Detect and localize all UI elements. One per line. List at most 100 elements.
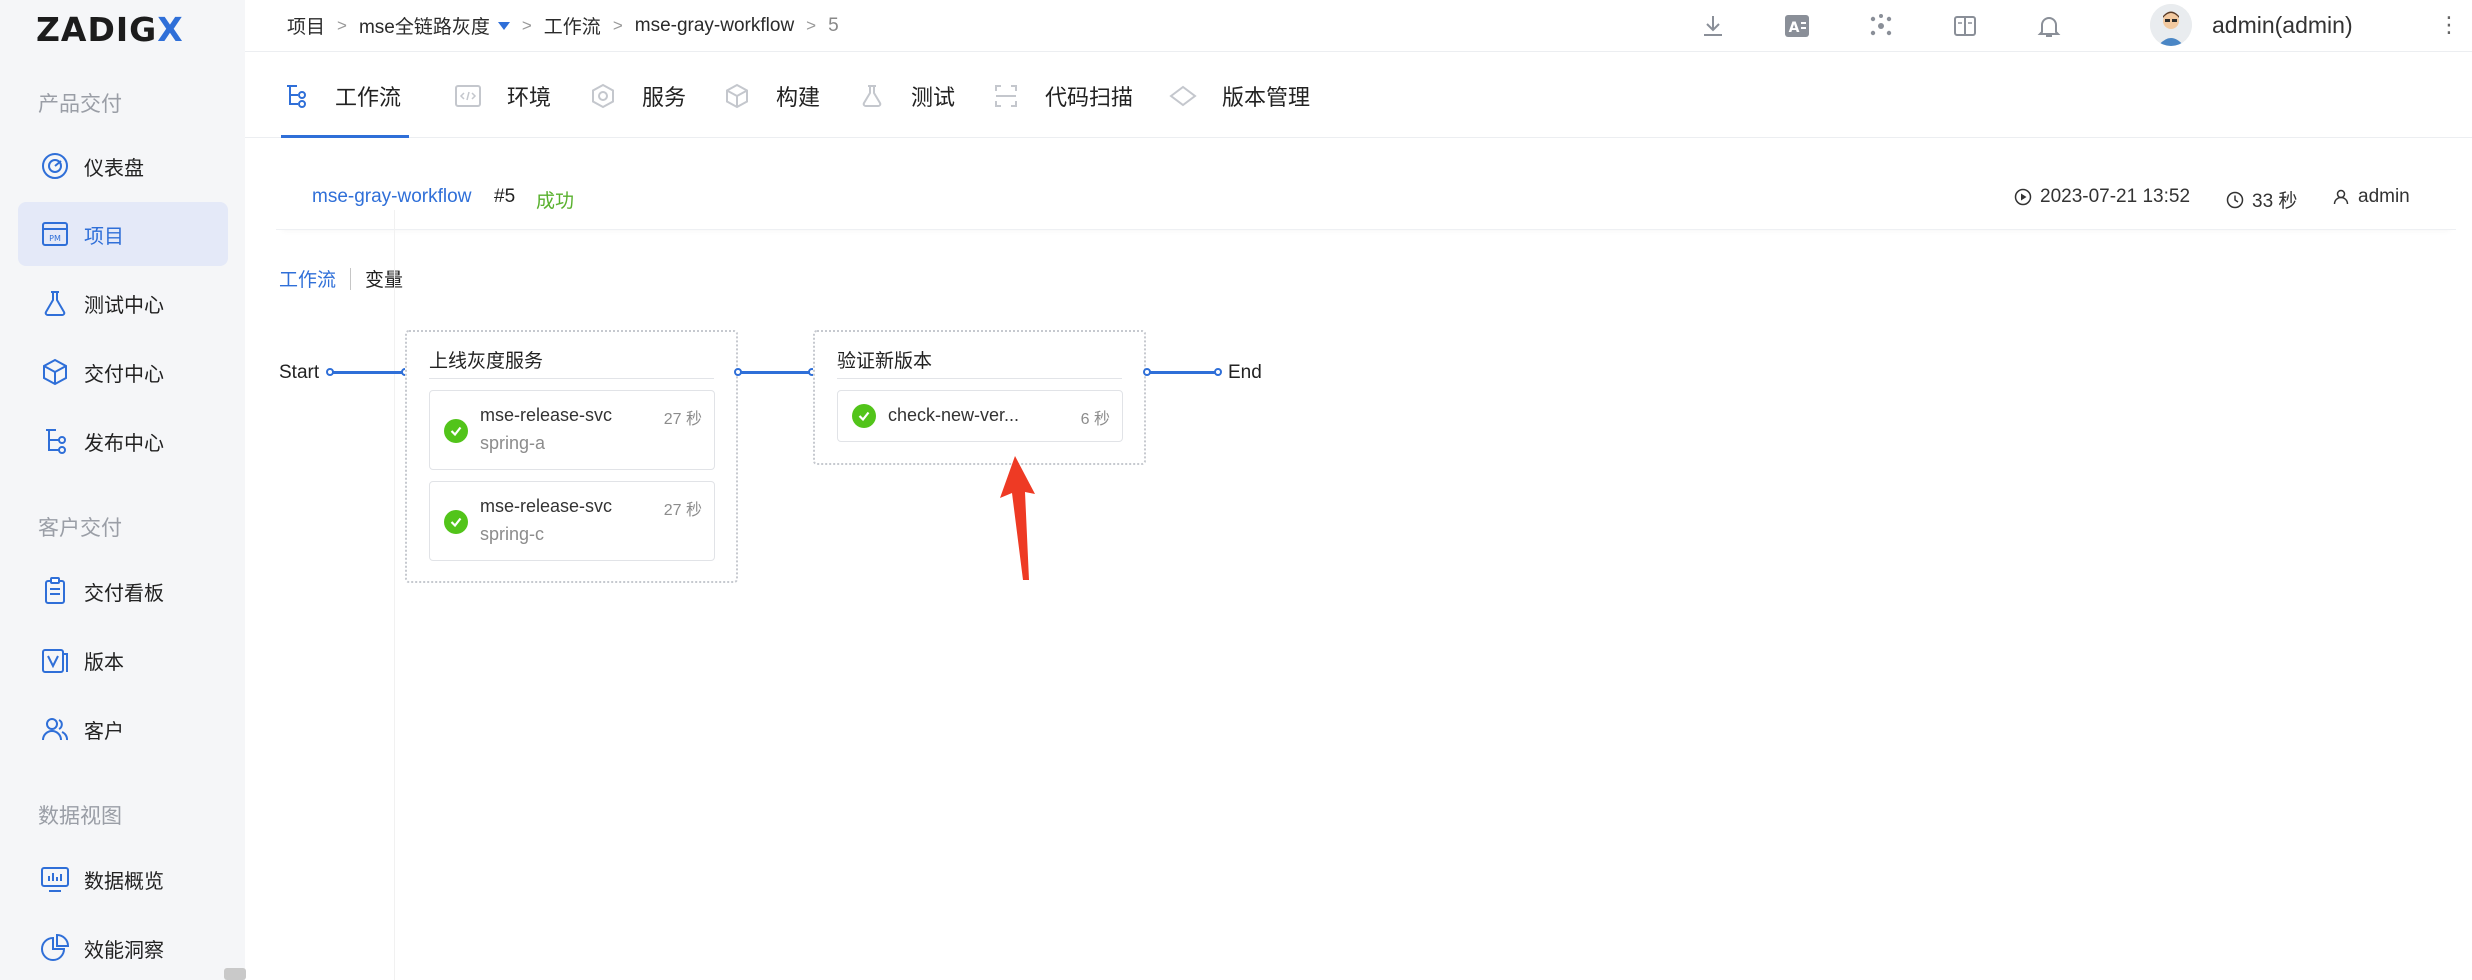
tab-build[interactable]: 构建 [722, 54, 820, 138]
more-vertical-icon[interactable]: ⋮ [2438, 12, 2460, 38]
breadcrumb-workflows[interactable]: 工作流 [544, 12, 601, 39]
job-duration: 27 秒 [663, 502, 702, 519]
job-card[interactable]: mse-release-svc spring-a 27 秒 [429, 390, 715, 470]
flask-icon [857, 81, 887, 111]
avatar[interactable] [2150, 4, 2192, 46]
sidebar-item-label: 交付中心 [84, 363, 164, 386]
tab-version-management[interactable]: 版本管理 [1168, 54, 1310, 138]
job-name: mse-release-svc [480, 405, 613, 425]
diamond-icon [1168, 81, 1198, 111]
tab-workflow[interactable]: 工作流 [281, 54, 409, 138]
sidebar-item-data-overview[interactable]: 数据概览 [18, 847, 228, 911]
docs-book-icon[interactable] [1947, 8, 1983, 44]
header-actions: A [1695, 8, 2115, 44]
breadcrumb-project[interactable]: mse全链路灰度 [359, 12, 490, 39]
sidebar-item-label: 交付看板 [84, 582, 164, 605]
success-check-icon [444, 419, 468, 443]
sidebar-item-label: 客户 [84, 720, 124, 743]
tab-test[interactable]: 测试 [857, 54, 955, 138]
breadcrumb-workflow[interactable]: mse-gray-workflow [635, 15, 794, 37]
version-icon [38, 643, 72, 677]
job-name: mse-release-svc [480, 496, 613, 516]
job-duration: 6 秒 [1080, 411, 1110, 428]
detail-subtabs: 工作流 变量 [279, 265, 403, 292]
connector-dot [734, 368, 742, 376]
start-time-text: 2023-07-21 13:52 [2040, 186, 2191, 207]
sidebar-item-label: 项目 [84, 225, 124, 248]
user-menu[interactable]: admin(admin) [2150, 4, 2353, 46]
sidebar-item-customers[interactable]: 客户 [18, 697, 228, 761]
sidebar-item-label: 数据概览 [84, 870, 164, 893]
svg-text:PM: PM [49, 234, 61, 243]
workflow-name-link[interactable]: mse-gray-workflow [312, 186, 471, 208]
dashboard-icon [38, 149, 72, 183]
sidebar-item-dashboard[interactable]: 仪表盘 [18, 134, 228, 198]
pipeline-end-label: End [1228, 362, 1262, 383]
subtab-variables[interactable]: 变量 [365, 265, 403, 292]
stage-title-divider [429, 378, 714, 379]
workflow-tree-icon [281, 81, 311, 111]
chevron-down-icon[interactable] [497, 21, 510, 30]
project-tabs: 工作流 环境 服务 构建 测试 代码扫描 版本管理 [245, 54, 2472, 138]
section-customer-delivery: 客户交付 [38, 517, 122, 540]
project-icon: PM [38, 217, 72, 251]
subtab-divider [350, 267, 352, 290]
sidebar: ZADIGX 产品交付 仪表盘 PM 项目 测试中心 交付中心 发布中心 客户交… [0, 0, 246, 980]
user-icon [2332, 188, 2350, 206]
connector-dot [326, 368, 334, 376]
svg-text:A: A [1789, 20, 1800, 36]
pipeline-start-label: Start [279, 362, 320, 383]
stage-verify-new-version: 验证新版本 check-new-ver... 6 秒 [813, 330, 1146, 465]
tab-code-scan[interactable]: 代码扫描 [991, 54, 1133, 138]
tab-label: 环境 [507, 85, 552, 110]
job-card[interactable]: mse-release-svc spring-c 27 秒 [429, 481, 715, 561]
clock-icon [2226, 191, 2244, 209]
sidebar-item-efficiency-insight[interactable]: 效能洞察 [18, 916, 228, 980]
user-name[interactable]: admin(admin) [2212, 12, 2353, 39]
breadcrumb-separator: > [521, 15, 532, 35]
run-header: mse-gray-workflow #5 成功 2023-07-21 13:52… [276, 168, 2456, 230]
success-check-icon [444, 510, 468, 534]
box-build-icon [722, 81, 752, 111]
play-circle-icon [2014, 188, 2032, 206]
breadcrumb-separator: > [612, 15, 623, 35]
sidebar-scrollbar[interactable] [224, 968, 246, 980]
zadig-logo[interactable]: ZADIGX [36, 10, 184, 49]
plugins-icon[interactable] [1863, 8, 1899, 44]
sidebar-item-delivery-board[interactable]: 交付看板 [18, 559, 228, 623]
connector-dot [1214, 368, 1222, 376]
breadcrumb-separator: > [337, 15, 347, 35]
scan-icon [991, 81, 1021, 111]
sidebar-item-release-center[interactable]: 发布中心 [18, 409, 228, 473]
tab-label: 代码扫描 [1045, 85, 1134, 110]
connector-line [330, 371, 406, 374]
release-tree-icon [38, 424, 72, 458]
tab-label: 工作流 [335, 85, 402, 110]
translate-icon[interactable]: A [1779, 8, 1815, 44]
stage-title: 验证新版本 [837, 351, 933, 372]
monitor-chart-icon [38, 862, 72, 896]
sidebar-item-delivery-center[interactable]: 交付中心 [18, 340, 228, 404]
sidebar-item-version[interactable]: 版本 [18, 628, 228, 692]
pie-chart-icon [38, 931, 72, 965]
tab-environment[interactable]: 环境 [453, 54, 551, 138]
sidebar-item-test-center[interactable]: 测试中心 [18, 271, 228, 335]
tab-service[interactable]: 服务 [588, 54, 686, 138]
code-window-icon [453, 81, 483, 111]
run-number: #5 [494, 186, 516, 207]
job-card[interactable]: check-new-ver... 6 秒 [837, 390, 1123, 442]
users-icon [38, 712, 72, 746]
sidebar-item-label: 效能洞察 [84, 939, 164, 962]
download-icon[interactable] [1695, 8, 1731, 44]
top-bar: 项目 > mse全链路灰度 > 工作流 > mse-gray-workflow … [245, 0, 2472, 52]
bell-icon[interactable] [2031, 8, 2067, 44]
job-service: spring-a [480, 433, 546, 453]
job-name: check-new-ver... [888, 405, 1020, 425]
creator-text: admin [2358, 186, 2410, 207]
sidebar-item-project[interactable]: PM 项目 [18, 202, 228, 266]
subtab-workflow[interactable]: 工作流 [279, 265, 336, 292]
duration-text: 33 秒 [2252, 191, 2298, 212]
breadcrumb: 项目 > mse全链路灰度 > 工作流 > mse-gray-workflow … [287, 12, 839, 39]
stage-title: 上线灰度服务 [429, 351, 544, 372]
breadcrumb-projects[interactable]: 项目 [287, 12, 325, 39]
